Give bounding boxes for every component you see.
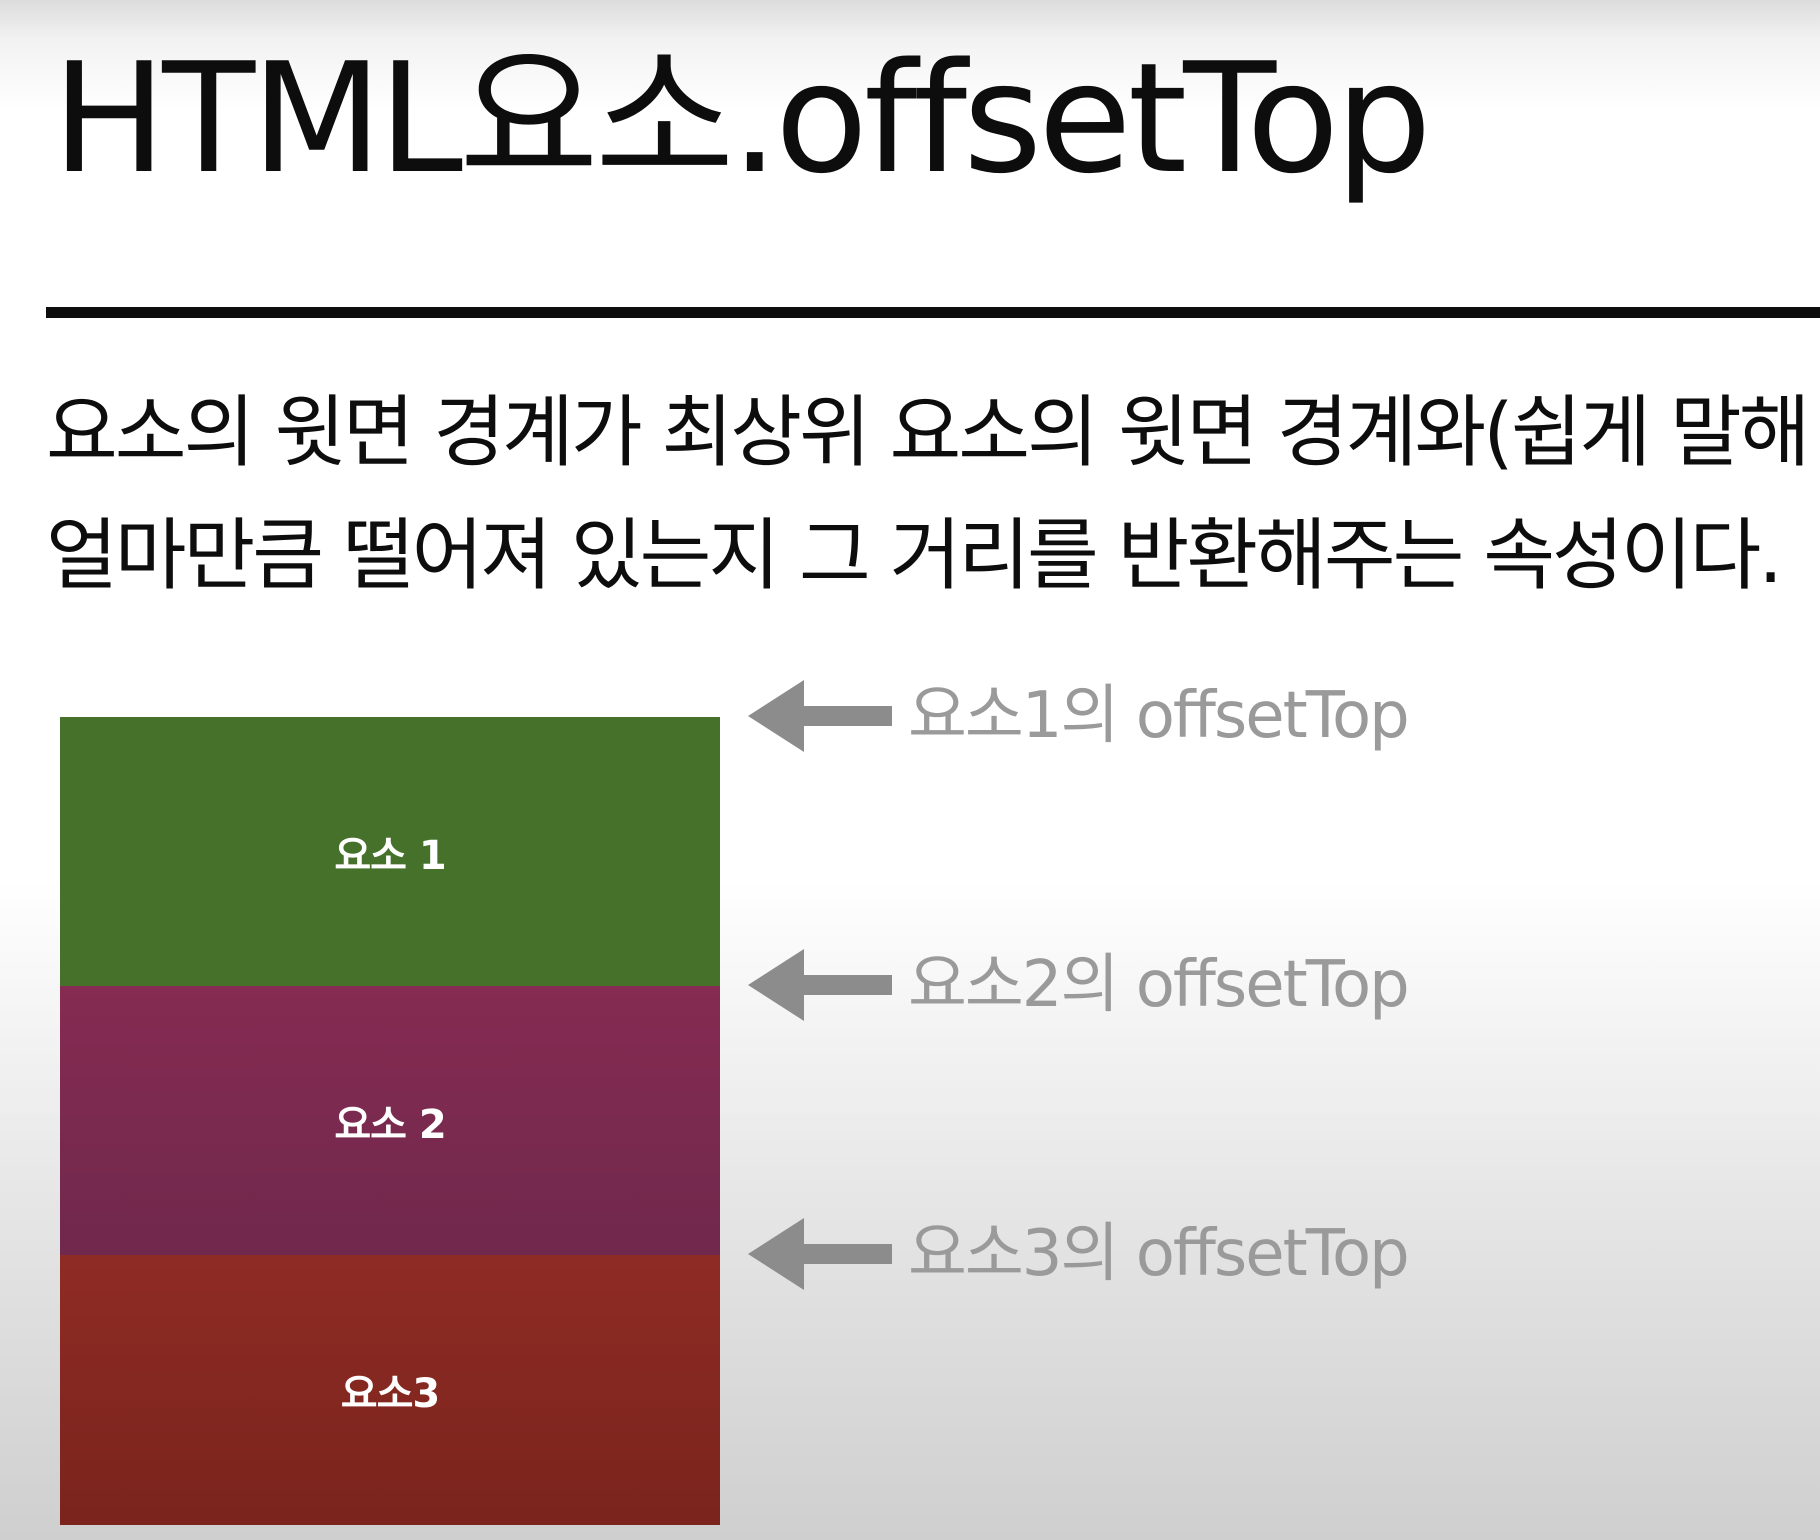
offset-marker-3-label: 요소3의 offsetTop xyxy=(908,1217,1410,1291)
element-box-1-label: 요소 1 xyxy=(334,832,446,879)
offset-marker-1: 요소1의 offsetTop xyxy=(748,679,1410,753)
element-box-3: 요소3 xyxy=(60,1255,720,1525)
element-box-3-label: 요소3 xyxy=(340,1371,440,1417)
element-box-1: 요소 1 xyxy=(60,717,720,986)
page-title: HTML요소.offsetTop xyxy=(52,30,1432,207)
offset-marker-2-label: 요소2의 offsetTop xyxy=(908,948,1410,1022)
description-line-1: 요소의 윗면 경계가 최상위 요소의 윗면 경계와(쉽게 말해 xyxy=(46,388,1810,478)
description-line-2: 얼마만큼 떨어져 있는지 그 거리를 반환해주는 속성이다. xyxy=(46,511,1783,601)
description: 요소의 윗면 경계가 최상위 요소의 윗면 경계와(쉽게 말해 얼마만큼 떨어져… xyxy=(46,372,1820,618)
left-arrow-icon xyxy=(748,1218,892,1290)
element-box-2: 요소 2 xyxy=(60,986,720,1255)
offset-marker-3: 요소3의 offsetTop xyxy=(748,1217,1410,1291)
title-divider xyxy=(46,307,1820,318)
left-arrow-icon xyxy=(748,949,892,1021)
element-stack: 요소 1 요소 2 요소3 xyxy=(60,717,720,1525)
element-box-2-label: 요소 2 xyxy=(334,1101,446,1148)
offset-marker-2: 요소2의 offsetTop xyxy=(748,948,1410,1022)
offset-marker-1-label: 요소1의 offsetTop xyxy=(908,679,1410,753)
left-arrow-icon xyxy=(748,680,892,752)
